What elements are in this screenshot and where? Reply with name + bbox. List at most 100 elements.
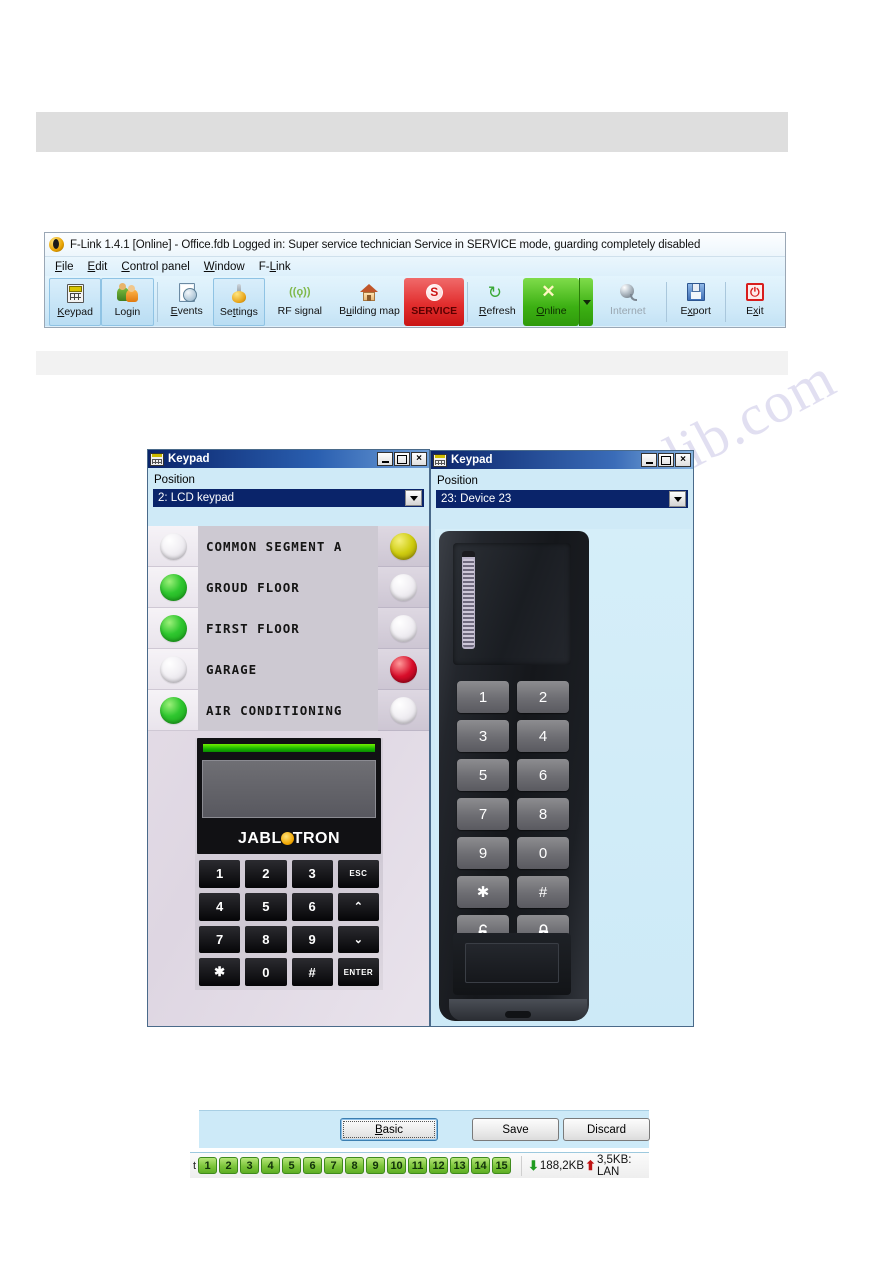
toolbar-button-building-map[interactable]: Building map [335, 278, 405, 326]
segment-row-led[interactable] [378, 567, 429, 608]
section-chip[interactable]: 14 [471, 1157, 491, 1174]
access-keypad-body: 1 2 3 4 5 6 7 8 9 0 ✱ # [439, 531, 589, 1021]
section-chip[interactable]: 15 [492, 1157, 512, 1174]
access-key-6[interactable]: 6 [517, 759, 569, 791]
section-chip[interactable]: 11 [408, 1157, 428, 1174]
lcd-key-8[interactable]: 8 [245, 925, 287, 954]
menu-item-window[interactable]: Window [204, 261, 245, 273]
position-select-left[interactable]: 2: LCD keypad [153, 489, 424, 507]
toolbar-button-service[interactable]: S SERVICE [404, 278, 465, 326]
access-key-1[interactable]: 1 [457, 681, 509, 713]
section-chip[interactable]: 3 [240, 1157, 260, 1174]
access-key-4[interactable]: 4 [517, 720, 569, 752]
lcd-key-5[interactable]: 5 [245, 892, 287, 921]
menu-item-file[interactable]: File [55, 261, 74, 273]
segment-name: FIRST FLOOR [206, 621, 300, 636]
access-key-0[interactable]: 0 [517, 837, 569, 869]
access-key-hash[interactable]: # [517, 876, 569, 908]
toolbar-button-online[interactable]: ✕ Online [523, 278, 580, 326]
toolbar-label-keypad: Keypad [57, 306, 93, 318]
section-chip[interactable]: 10 [387, 1157, 407, 1174]
keypad-left-title: Keypad [168, 453, 210, 465]
toolbar-button-login[interactable]: Login [101, 278, 154, 326]
minimize-icon[interactable] [641, 453, 657, 467]
section-chip[interactable]: 4 [261, 1157, 281, 1174]
lcd-display-screen [202, 760, 376, 818]
section-chip[interactable]: 1 [198, 1157, 218, 1174]
access-key-5[interactable]: 5 [457, 759, 509, 791]
segment-row-led[interactable] [378, 649, 429, 690]
lcd-key-up-arrow-icon[interactable]: ⌃ [337, 892, 379, 921]
position-select-right[interactable]: 23: Device 23 [436, 490, 688, 508]
maximize-icon[interactable] [394, 452, 410, 466]
lcd-key-2[interactable]: 2 [245, 860, 287, 888]
basic-button[interactable]: Basic [340, 1118, 438, 1141]
toolbar-button-rf-signal[interactable]: ((ϙ)) RF signal [265, 278, 335, 326]
lcd-key-1[interactable]: 1 [199, 860, 241, 888]
segment-row-led[interactable] [148, 608, 198, 649]
toolbar-button-internet[interactable]: Internet [593, 278, 663, 326]
access-key-3[interactable]: 3 [457, 720, 509, 752]
segment-row-led[interactable] [378, 526, 429, 567]
toolbar-button-refresh[interactable]: ↻ Refresh [471, 278, 523, 326]
toolbar-button-keypad[interactable]: Keypad [49, 278, 102, 326]
segment-row-led[interactable] [378, 608, 429, 649]
lcd-key-7[interactable]: 7 [199, 925, 241, 954]
section-chip[interactable]: 7 [324, 1157, 344, 1174]
lcd-key-3[interactable]: 3 [291, 860, 333, 888]
lcd-key-asterisk[interactable]: ✱ [199, 958, 241, 986]
settings-gear-icon [214, 282, 264, 304]
menu-item-flink[interactable]: F-Link [259, 261, 291, 273]
save-button[interactable]: Save [472, 1118, 559, 1141]
lcd-key-down-arrow-icon[interactable]: ⌄ [337, 925, 379, 954]
toolbar-button-exit[interactable]: ⏻ Exit [729, 278, 781, 326]
section-chip[interactable]: 5 [282, 1157, 302, 1174]
lcd-key-4[interactable]: 4 [199, 892, 241, 921]
segment-row-led[interactable] [148, 526, 198, 567]
chevron-down-icon[interactable] [669, 491, 686, 507]
online-dropdown-chevron-down-icon[interactable] [579, 278, 594, 326]
menu-item-edit[interactable]: Edit [88, 261, 108, 273]
position-label: Position [437, 475, 478, 487]
section-chip[interactable]: 2 [219, 1157, 239, 1174]
toolbar-button-export[interactable]: Export [670, 278, 722, 326]
segment-row-led[interactable] [148, 690, 198, 731]
lcd-key-esc[interactable]: ESC [337, 860, 379, 888]
maximize-icon[interactable] [658, 453, 674, 467]
chevron-down-icon[interactable] [405, 490, 422, 506]
section-chip[interactable]: 12 [429, 1157, 449, 1174]
segment-row-led[interactable] [148, 649, 198, 690]
lcd-key-6[interactable]: 6 [291, 892, 333, 921]
section-chip[interactable]: 13 [450, 1157, 470, 1174]
lcd-key-9[interactable]: 9 [291, 925, 333, 954]
section-status-chips: 1 2 3 4 5 6 7 8 9 10 11 12 13 14 15 [198, 1157, 512, 1174]
discard-button[interactable]: Discard [563, 1118, 650, 1141]
lcd-key-hash[interactable]: # [291, 958, 333, 986]
lcd-key-0[interactable]: 0 [245, 958, 287, 986]
toolbar-separator [665, 282, 667, 322]
close-icon[interactable]: × [675, 453, 691, 467]
refresh-icon: ↻ [487, 282, 503, 302]
access-key-2[interactable]: 2 [517, 681, 569, 713]
segment-row-led[interactable] [148, 567, 198, 608]
minimize-icon[interactable] [377, 452, 393, 466]
access-key-asterisk[interactable]: ✱ [457, 876, 509, 908]
menu-item-control-panel[interactable]: Control panel [121, 261, 189, 273]
access-key-8[interactable]: 8 [517, 798, 569, 830]
segment-row-led[interactable] [378, 690, 429, 731]
brand-part-1: JABL [237, 830, 282, 847]
close-icon[interactable]: × [411, 452, 427, 466]
toolbar-separator [467, 282, 469, 322]
access-key-9[interactable]: 9 [457, 837, 509, 869]
access-keypad-reader-panel [453, 543, 571, 665]
section-chip[interactable]: 9 [366, 1157, 386, 1174]
toolbar-button-settings[interactable]: Settings [212, 278, 266, 326]
section-chip[interactable]: 6 [303, 1157, 323, 1174]
segment-row: GROUD FLOOR [198, 567, 378, 608]
toolbar-button-events[interactable]: Events [161, 278, 213, 326]
lcd-key-enter[interactable]: ENTER [337, 958, 379, 986]
access-key-7[interactable]: 7 [457, 798, 509, 830]
toolbar-label-building-map: Building map [339, 305, 400, 317]
section-chip[interactable]: 8 [345, 1157, 365, 1174]
segment-right-led-column [378, 526, 429, 731]
